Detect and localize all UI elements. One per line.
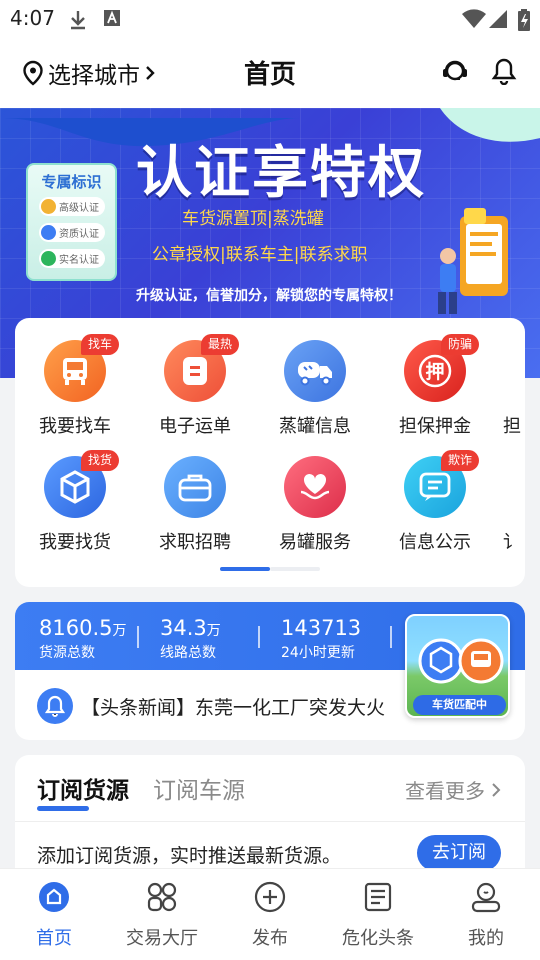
status-time: 4:07 — [10, 6, 55, 30]
tag-badge: 最热 — [201, 334, 240, 355]
news-text: 【头条新闻】东莞一化工厂突发大火 — [81, 696, 386, 719]
category-label: 易罐服务 — [279, 532, 351, 553]
battery-icon — [518, 9, 530, 31]
news-icon — [364, 882, 392, 912]
category-label: 求职招聘 — [159, 532, 231, 553]
category-label-partial: 担 — [503, 416, 521, 437]
tab-underline — [37, 806, 89, 811]
nav-hazmat-news[interactable]: 危化头条 — [324, 869, 432, 960]
category-label: 蒸罐信息 — [279, 416, 351, 437]
subscription-prompt: 添加订阅货源，实时推送最新货源。 — [37, 845, 342, 867]
bell-icon — [37, 688, 73, 724]
banner-headline: 认证享特权 — [136, 141, 426, 206]
category-label: 信息公示 — [399, 532, 471, 553]
bottom-nav: 首页 交易大厅 发布 危化头条 我的 — [0, 868, 540, 960]
briefcase-icon — [164, 456, 226, 518]
tab-subscribe-vehicle[interactable]: 订阅车源 — [153, 771, 245, 805]
badge-qualification: 资质认证 — [39, 223, 105, 242]
cargo-match-card[interactable]: 车货匹配中 — [405, 614, 510, 718]
match-label: 车货匹配中 — [413, 695, 506, 715]
subscribe-button[interactable]: 去订阅 — [417, 835, 501, 871]
tag-badge: 欺诈 — [441, 450, 480, 471]
stat-cargo-total: 8160.5万 货源总数 — [39, 616, 127, 661]
certificate-illustration — [438, 208, 508, 314]
banner-line3: 升级认证，信誉加分，解锁您的专属特权！ — [136, 288, 402, 304]
stat-divider — [137, 626, 139, 648]
banner-line2: 公章授权|联系车主|联系求职 — [152, 245, 368, 265]
category-label-partial: 讠 — [503, 532, 521, 553]
nav-label: 发布 — [252, 928, 288, 949]
pager-active — [220, 567, 270, 571]
nav-label: 交易大厅 — [126, 928, 198, 949]
category-label: 我要找货 — [39, 532, 111, 553]
download-icon — [71, 11, 85, 30]
category-label: 电子运单 — [159, 416, 231, 437]
badge-advanced: 高级认证 — [39, 197, 105, 216]
profile-icon — [471, 882, 501, 913]
badge-realname: 实名认证 — [39, 249, 105, 268]
nav-trading-hall[interactable]: 交易大厅 — [108, 869, 216, 960]
chevron-right-icon — [492, 782, 501, 797]
exclusive-badge-card: 专属标识 高级认证 资质认证 实名认证 — [26, 163, 117, 281]
view-more-label: 查看更多 — [405, 779, 485, 803]
tag-badge: 找货 — [81, 450, 120, 471]
subscription-card: 订阅货源 订阅车源 查看更多 添加订阅货源，实时推送最新货源。 去订阅 — [15, 755, 525, 885]
banner-line1: 车货源置顶|蒸洗罐 — [182, 209, 324, 229]
svg-text:押: 押 — [425, 360, 444, 383]
app-notification-icon — [104, 10, 120, 26]
pager-inactive — [270, 567, 320, 571]
stat-route-total: 34.3万 线路总数 — [160, 616, 221, 661]
stat-24h-update: 143713 24小时更新 — [281, 616, 362, 661]
nav-profile[interactable]: 我的 — [432, 869, 540, 960]
nav-home[interactable]: 首页 — [0, 869, 108, 960]
nav-label: 首页 — [36, 928, 72, 949]
stat-divider — [390, 626, 392, 648]
wifi-icon — [462, 9, 486, 28]
stat-divider — [258, 626, 260, 648]
tanker-truck-icon — [284, 340, 346, 402]
bell-icon[interactable] — [491, 57, 517, 85]
home-icon — [39, 882, 69, 912]
plus-circle-icon — [254, 881, 286, 913]
grid-icon — [147, 882, 177, 912]
badge-card-title: 专属标识 — [41, 173, 102, 191]
tag-badge: 找车 — [81, 334, 120, 355]
match-illustration — [418, 638, 504, 684]
nav-label: 我的 — [468, 928, 504, 949]
tab-subscribe-cargo[interactable]: 订阅货源 — [37, 771, 129, 805]
divider — [15, 821, 525, 822]
category-grid: 找车 我要找车 最热 电子运单 蒸罐信息 押 防骗 担保押金 担 找货 我要找货… — [15, 318, 525, 587]
category-label: 担保押金 — [399, 416, 471, 437]
signal-icon — [489, 10, 507, 28]
customer-service-icon[interactable] — [441, 57, 469, 85]
heart-hand-icon — [284, 456, 346, 518]
nav-publish[interactable]: 发布 — [216, 869, 324, 960]
view-more-link[interactable]: 查看更多 — [405, 775, 501, 804]
nav-label: 危化头条 — [342, 928, 414, 949]
tag-badge: 防骗 — [441, 334, 480, 355]
status-bar: 4:07 — [0, 0, 540, 40]
category-label: 我要找车 — [39, 416, 111, 437]
top-header: 选择城市 首页 — [0, 40, 540, 108]
